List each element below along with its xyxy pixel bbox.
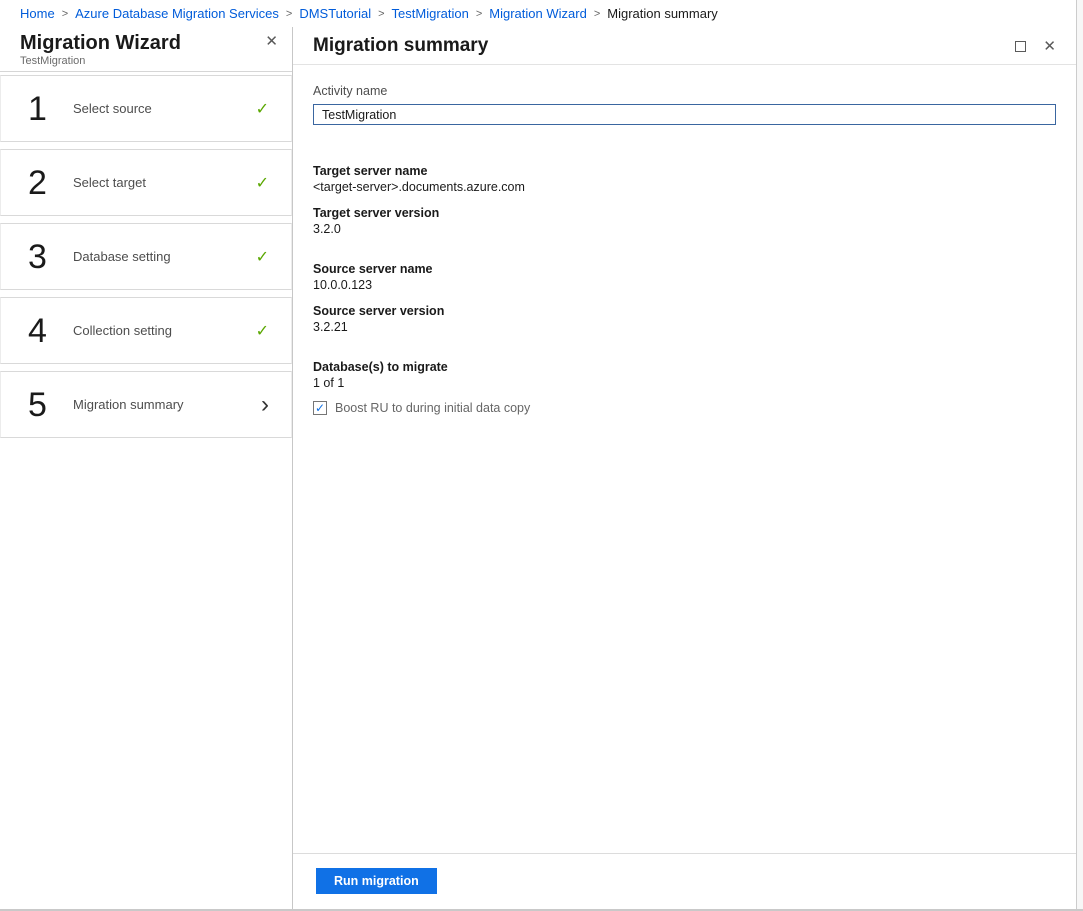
wizard-panel-subtitle: TestMigration: [20, 55, 86, 67]
summary-content: Activity name Target server name <target…: [293, 65, 1076, 853]
databases-to-migrate-label: Database(s) to migrate: [313, 360, 448, 374]
wizard-steps: 1 Select source ✓ 2 Select target ✓ 3 Da…: [0, 72, 292, 445]
breadcrumb-separator: >: [285, 7, 293, 20]
breadcrumb: Home > Azure Database Migration Services…: [0, 0, 1076, 27]
close-icon[interactable]: ✕: [1043, 39, 1056, 54]
summary-footer: Run migration: [293, 853, 1076, 909]
migration-summary-blade: Migration summary ✕ Activity name Target…: [293, 27, 1076, 909]
next-blade-edge: [1076, 0, 1083, 909]
breadcrumb-separator: >: [593, 7, 601, 20]
step-label: Select target: [73, 175, 146, 190]
check-icon: ✓: [255, 248, 269, 266]
close-icon[interactable]: ✕: [265, 34, 278, 49]
check-icon: ✓: [255, 174, 269, 192]
step-number: 4: [28, 311, 47, 350]
wizard-panel-header: Migration Wizard TestMigration ✕: [0, 27, 292, 72]
breadcrumb-separator: >: [475, 7, 483, 20]
step-label: Database setting: [73, 249, 171, 264]
maximize-icon[interactable]: [1015, 40, 1027, 52]
step-label: Collection setting: [73, 323, 172, 338]
breadcrumb-home[interactable]: Home: [20, 6, 55, 21]
databases-group: Database(s) to migrate 1 of 1 ✓ Boost RU…: [313, 359, 1056, 415]
checkbox-check-icon: ✓: [314, 401, 326, 415]
breadcrumb-testmigration[interactable]: TestMigration: [392, 6, 469, 21]
summary-blade-title: Migration summary: [313, 35, 489, 56]
breadcrumb-current: Migration summary: [607, 6, 718, 21]
activity-name-input[interactable]: [313, 104, 1056, 125]
chevron-right-icon: ›: [261, 390, 269, 418]
breadcrumb-dmstutorial[interactable]: DMSTutorial: [299, 6, 371, 21]
source-server-version-value: 3.2.21: [313, 320, 348, 334]
step-migration-summary[interactable]: 5 Migration summary ›: [0, 371, 292, 438]
azure-portal-page: Home > Azure Database Migration Services…: [0, 0, 1083, 911]
migration-wizard-panel: Migration Wizard TestMigration ✕ 1 Selec…: [0, 27, 293, 909]
breadcrumb-separator: >: [61, 7, 69, 20]
summary-blade-header: Migration summary ✕: [293, 27, 1076, 65]
step-number: 1: [28, 89, 47, 128]
breadcrumb-dms-services[interactable]: Azure Database Migration Services: [75, 6, 279, 21]
step-database-setting[interactable]: 3 Database setting ✓: [0, 223, 292, 290]
databases-to-migrate-value: 1 of 1: [313, 376, 345, 390]
boost-ru-row: ✓ Boost RU to during initial data copy: [313, 401, 1056, 415]
boost-ru-label: Boost RU to during initial data copy: [335, 401, 531, 415]
target-server-name-value: <target-server>.documents.azure.com: [313, 180, 525, 194]
step-select-target[interactable]: 2 Select target ✓: [0, 149, 292, 216]
target-server-name-label: Target server name: [313, 164, 428, 178]
source-server-name-value: 10.0.0.123: [313, 278, 373, 292]
step-label: Select source: [73, 101, 152, 116]
check-icon: ✓: [255, 100, 269, 118]
step-collection-setting[interactable]: 4 Collection setting ✓: [0, 297, 292, 364]
target-server-group: Target server name <target-server>.docum…: [313, 163, 1056, 237]
step-number: 2: [28, 163, 47, 202]
activity-name-label: Activity name: [313, 84, 388, 98]
step-number: 3: [28, 237, 47, 276]
source-server-name-label: Source server name: [313, 262, 433, 276]
step-number: 5: [28, 385, 47, 424]
wizard-panel-title: Migration Wizard: [20, 32, 181, 54]
run-migration-button[interactable]: Run migration: [316, 868, 437, 894]
source-server-version-label: Source server version: [313, 304, 445, 318]
breadcrumb-migration-wizard[interactable]: Migration Wizard: [489, 6, 587, 21]
source-server-group: Source server name 10.0.0.123 Source ser…: [313, 261, 1056, 335]
check-icon: ✓: [255, 322, 269, 340]
boost-ru-checkbox[interactable]: ✓: [313, 401, 327, 415]
breadcrumb-separator: >: [378, 7, 385, 20]
step-label: Migration summary: [73, 397, 184, 412]
target-server-version-value: 3.2.0: [313, 222, 341, 236]
step-select-source[interactable]: 1 Select source ✓: [0, 75, 292, 142]
target-server-version-label: Target server version: [313, 206, 440, 220]
